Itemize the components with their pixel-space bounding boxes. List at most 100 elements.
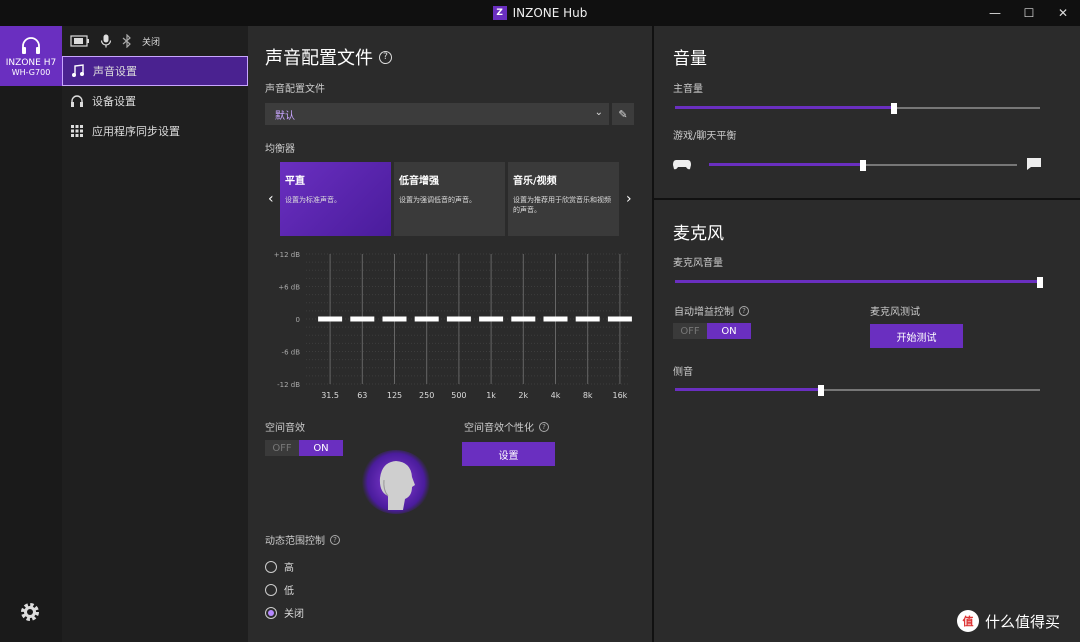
headphone-icon xyxy=(70,94,84,108)
spatial-sound-toggle[interactable]: OFF ON xyxy=(265,440,343,456)
chevron-right-icon[interactable]: › xyxy=(626,191,632,207)
x-tick-label: 125 xyxy=(387,391,402,400)
page-title: 声音配置文件 ? xyxy=(265,44,392,70)
slider-knob[interactable] xyxy=(818,385,824,396)
slider-knob[interactable] xyxy=(891,103,897,114)
y-tick-label: +6 dB xyxy=(278,284,300,292)
profile-select[interactable]: 默认 ⌄ xyxy=(265,103,609,125)
slider-knob[interactable] xyxy=(1037,277,1043,288)
profile-label: 声音配置文件 xyxy=(265,84,325,95)
eq-band-knob-250[interactable] xyxy=(414,316,439,322)
eq-band-knob-2k[interactable] xyxy=(511,316,536,322)
x-tick-label: 250 xyxy=(419,391,434,400)
mic-volume-slider[interactable] xyxy=(675,277,1043,288)
title-bar: Z INZONE Hub — ☐ ✕ xyxy=(0,0,1080,26)
inzone-logo-icon: Z xyxy=(492,6,507,20)
master-volume-slider[interactable] xyxy=(675,103,1040,114)
device-model: WH-G700 xyxy=(11,67,51,77)
x-tick-label: 31.5 xyxy=(321,391,339,400)
eq-preset-music-video[interactable]: 音乐/视频 设置为推荐用于欣赏音乐和视频的声音。 xyxy=(508,162,619,236)
help-icon[interactable]: ? xyxy=(330,534,340,545)
preset-desc: 设置为推荐用于欣赏音乐和视频的声音。 xyxy=(513,196,611,214)
minimize-button[interactable]: — xyxy=(978,0,1012,26)
radio-label: 关闭 xyxy=(284,609,304,620)
sound-profile-title: 声音配置文件 xyxy=(265,48,373,69)
nav-item-sound-settings[interactable]: 声音设置 xyxy=(62,56,248,86)
radio-label: 高 xyxy=(284,563,294,574)
spatial-personalize-text: 空间音效个性化 xyxy=(464,423,534,434)
preset-desc: 设置为标准声音。 xyxy=(285,196,341,204)
mic-test-label: 麦克风测试 xyxy=(870,307,920,318)
help-icon[interactable]: ? xyxy=(739,305,749,316)
bluetooth-status: 关闭 xyxy=(142,37,161,48)
master-volume-label: 主音量 xyxy=(673,84,703,95)
drc-option-low[interactable]: 低 xyxy=(265,582,294,597)
nav-item-device-settings[interactable]: 设备设置 xyxy=(62,86,248,116)
nav-item-label: 应用程序同步设置 xyxy=(92,125,180,138)
microphone-icon xyxy=(100,34,112,48)
volume-title: 音量 xyxy=(673,49,707,69)
eq-band-knob-500[interactable] xyxy=(446,316,471,322)
eq-band-knob-4k[interactable] xyxy=(543,316,568,322)
pencil-icon: ✎ xyxy=(618,107,628,121)
gear-icon[interactable] xyxy=(18,600,42,624)
nav-item-app-sync[interactable]: 应用程序同步设置 xyxy=(62,116,248,146)
spatial-settings-button[interactable]: 设置 xyxy=(462,442,555,466)
window-title: INZONE Hub xyxy=(512,6,588,20)
close-button[interactable]: ✕ xyxy=(1046,0,1080,26)
head-avatar-icon xyxy=(361,450,431,514)
toggle-off-label: OFF xyxy=(265,440,299,456)
x-tick-label: 8k xyxy=(583,391,593,400)
y-tick-label: -12 dB xyxy=(277,381,300,389)
x-tick-label: 16k xyxy=(612,391,627,400)
drc-option-high[interactable]: 高 xyxy=(265,559,294,574)
preset-title: 低音增强 xyxy=(399,176,439,187)
toggle-off-label: OFF xyxy=(673,323,707,339)
y-tick-label: -6 dB xyxy=(282,349,301,357)
preset-desc: 设置为强调低音的声音。 xyxy=(399,196,476,204)
headset-icon xyxy=(22,36,40,54)
drc-text: 动态范围控制 xyxy=(265,536,325,547)
edit-profile-button[interactable]: ✎ xyxy=(612,103,634,125)
eq-band-knob-63[interactable] xyxy=(350,316,375,322)
eq-band-knob-16k[interactable] xyxy=(607,316,632,322)
grid-icon xyxy=(70,124,84,138)
eq-band-knob-1k[interactable] xyxy=(479,316,504,322)
mic-title: 麦克风 xyxy=(673,224,724,244)
eq-band-knob-125[interactable] xyxy=(382,316,407,322)
help-icon[interactable]: ? xyxy=(379,50,392,64)
help-icon[interactable]: ? xyxy=(539,421,549,432)
radio-circle xyxy=(265,583,277,596)
device-tile[interactable]: INZONE H7 WH-G700 xyxy=(0,26,62,86)
agc-toggle[interactable]: OFF ON xyxy=(673,323,751,339)
sidetone-label: 侧音 xyxy=(673,367,693,378)
sidetone-slider[interactable] xyxy=(675,385,1040,396)
watermark-text: 什么值得买 xyxy=(984,612,1060,631)
slider-knob[interactable] xyxy=(860,160,866,171)
chevron-left-icon[interactable]: ‹ xyxy=(268,191,274,207)
eq-band-knob-31.5[interactable] xyxy=(318,316,343,322)
profile-value: 默认 xyxy=(275,110,295,122)
preset-title: 音乐/视频 xyxy=(513,176,557,187)
y-tick-label: +12 dB xyxy=(274,251,300,259)
chat-bubble-icon xyxy=(1027,158,1041,170)
toggle-on-label: ON xyxy=(707,323,751,339)
x-tick-label: 4k xyxy=(551,391,561,400)
volume-panel: 音量 主音量 游戏/聊天平衡 xyxy=(654,26,1080,198)
music-note-icon xyxy=(71,64,85,78)
x-tick-label: 500 xyxy=(451,391,466,400)
eq-preset-flat[interactable]: 平直 设置为标准声音。 xyxy=(280,162,391,236)
eq-preset-bass-boost[interactable]: 低音增强 设置为强调低音的声音。 xyxy=(394,162,505,236)
start-mic-test-button[interactable]: 开始测试 xyxy=(870,324,963,348)
balance-label: 游戏/聊天平衡 xyxy=(673,131,737,142)
maximize-button[interactable]: ☐ xyxy=(1012,0,1046,26)
equalizer-chart[interactable]: +12 dB +6 dB 0 -6 dB -12 dB 31.5 63 125 250 500 1k… xyxy=(248,244,652,404)
drc-option-off[interactable]: 关闭 xyxy=(265,605,304,620)
game-chat-balance-slider[interactable] xyxy=(709,160,1017,171)
device-status-row: 关闭 xyxy=(62,26,248,56)
watermark-logo: 值 xyxy=(956,610,979,632)
spatial-personalize-label: 空间音效个性化 ? xyxy=(464,419,549,434)
agc-text: 自动增益控制 xyxy=(674,307,734,318)
eq-preset-carousel: 平直 设置为标准声音。 低音增强 设置为强调低音的声音。 音乐/视频 设置为推荐… xyxy=(280,162,620,236)
eq-band-knob-8k[interactable] xyxy=(575,316,600,322)
